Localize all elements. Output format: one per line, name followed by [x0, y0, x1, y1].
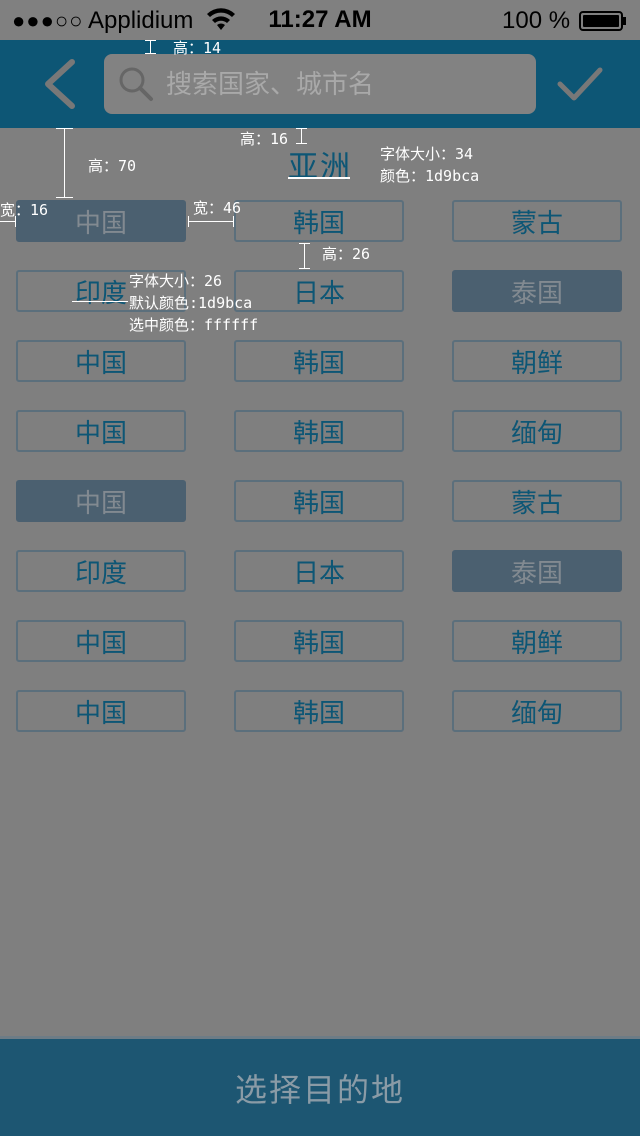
guide-line: [188, 216, 189, 227]
guide-line: [72, 301, 128, 302]
country-button[interactable]: 韩国: [234, 690, 404, 732]
country-button[interactable]: 中国: [16, 340, 186, 382]
guide-line: [299, 268, 310, 269]
annotation-col-gap: 宽：46: [193, 199, 242, 217]
annotation-title-gap: 高：16: [240, 130, 289, 148]
status-bar: ●●●○○ Applidium 11:27 AM 100 %: [0, 0, 640, 40]
guide-line: [56, 197, 73, 198]
continent-title[interactable]: 亚洲: [288, 142, 352, 186]
country-button[interactable]: 朝鲜: [452, 340, 622, 382]
country-button[interactable]: 韩国: [234, 620, 404, 662]
guide-line: [150, 40, 151, 54]
annotation-button-font: 字体大小：26: [129, 272, 223, 290]
country-button[interactable]: 中国: [16, 480, 186, 522]
chevron-left-icon[interactable]: [38, 58, 84, 110]
country-button[interactable]: 泰国: [452, 550, 622, 592]
nav-bar: [0, 40, 640, 128]
country-button[interactable]: 缅甸: [452, 410, 622, 452]
search-bar[interactable]: [104, 54, 536, 114]
guide-line: [296, 143, 307, 144]
country-button[interactable]: 蒙古: [452, 480, 622, 522]
country-button[interactable]: 日本: [234, 270, 404, 312]
checkmark-icon[interactable]: [556, 64, 604, 104]
annotation-button-selected-color: 选中颜色：ffffff: [129, 316, 259, 334]
select-destination-button[interactable]: 选择目的地: [0, 1036, 640, 1136]
annotation-title-font: 字体大小：34: [380, 145, 474, 163]
guide-line: [301, 128, 302, 144]
annotation-row-gap: 高：26: [322, 245, 371, 263]
annotation-search-height: 高：14: [173, 39, 222, 57]
guide-line: [296, 128, 307, 129]
guide-line: [304, 243, 305, 269]
country-button[interactable]: 中国: [16, 410, 186, 452]
annotation-button-default-color: 默认颜色:1d9bca: [129, 294, 253, 312]
guide-line: [145, 53, 156, 54]
guide-line: [0, 221, 16, 222]
guide-line: [145, 40, 156, 41]
country-button[interactable]: 中国: [16, 690, 186, 732]
search-input[interactable]: [164, 64, 528, 106]
country-button[interactable]: 韩国: [234, 480, 404, 522]
battery-percent: 100 %: [502, 7, 571, 34]
search-icon: [119, 67, 153, 101]
annotation-header-height: 高：70: [88, 157, 137, 175]
guide-line: [56, 128, 73, 129]
country-button[interactable]: 印度: [16, 550, 186, 592]
battery-icon: [579, 11, 626, 31]
annotation-left-margin: 宽：16: [0, 201, 49, 219]
country-button[interactable]: 日本: [234, 550, 404, 592]
guide-line: [64, 128, 65, 198]
country-button[interactable]: 缅甸: [452, 690, 622, 732]
guide-line: [188, 221, 234, 222]
country-button[interactable]: 韩国: [234, 340, 404, 382]
country-button[interactable]: 韩国: [234, 410, 404, 452]
annotation-title-color: 颜色：1d9bca: [380, 167, 480, 185]
footer-label: 选择目的地: [234, 1070, 405, 1109]
country-button[interactable]: 朝鲜: [452, 620, 622, 662]
country-button[interactable]: 蒙古: [452, 200, 622, 242]
country-button[interactable]: 韩国: [234, 200, 404, 242]
guide-line: [299, 243, 310, 244]
country-button[interactable]: 中国: [16, 620, 186, 662]
country-button[interactable]: 泰国: [452, 270, 622, 312]
continent-underline: [288, 177, 350, 179]
